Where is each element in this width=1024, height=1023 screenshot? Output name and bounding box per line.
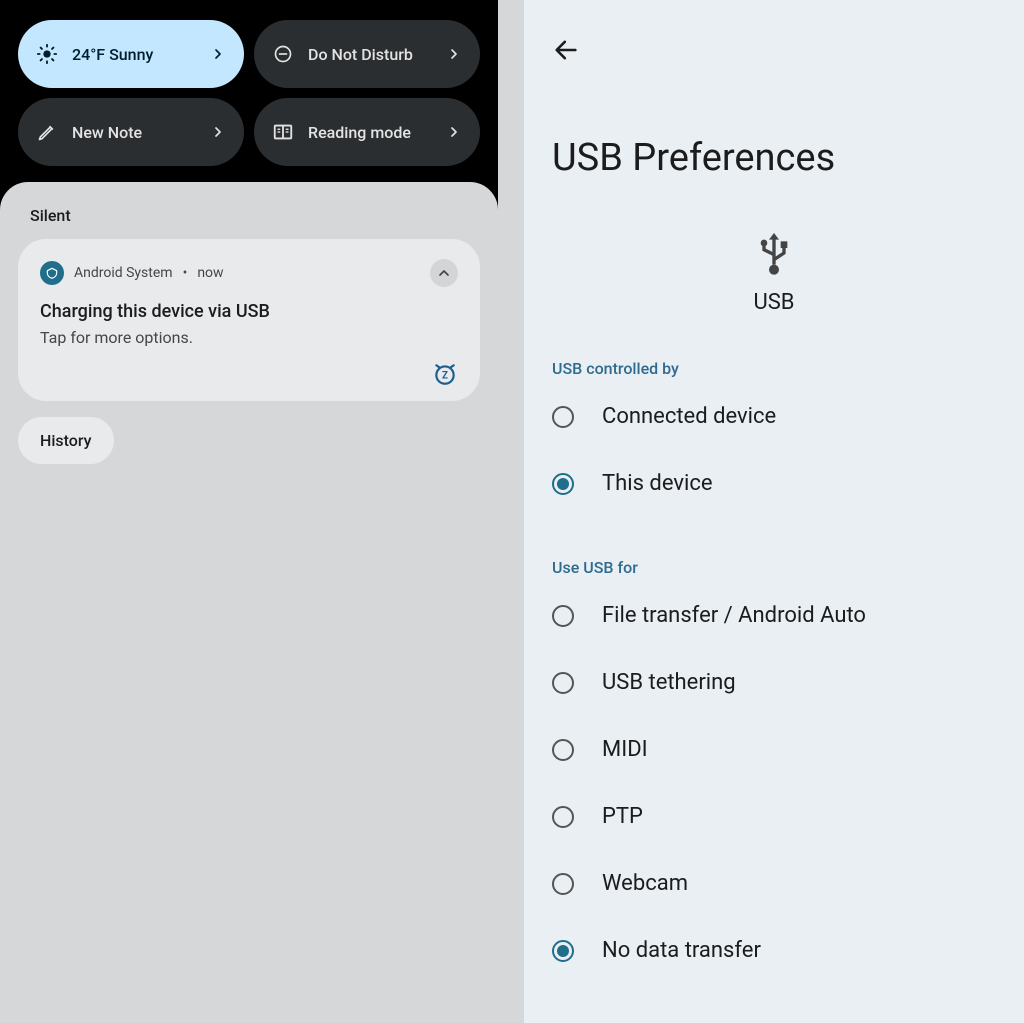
radio-usb-tethering[interactable]: USB tethering — [552, 670, 996, 695]
notification-shade: 24°F Sunny Do Not Disturb New Note Readi… — [0, 0, 498, 1023]
qs-tile-weather[interactable]: 24°F Sunny — [18, 20, 244, 88]
radio-label: File transfer / Android Auto — [602, 603, 866, 628]
radio-label: Connected device — [602, 404, 776, 429]
qs-tile-label: Reading mode — [308, 123, 432, 142]
radio-this-device[interactable]: This device — [552, 471, 996, 496]
radio-label: USB tethering — [602, 670, 736, 695]
radio-label: MIDI — [602, 737, 648, 762]
chevron-up-icon — [436, 265, 452, 281]
chevron-right-icon — [210, 124, 226, 140]
dnd-icon — [272, 43, 294, 65]
notification-app-name: Android System — [74, 265, 173, 281]
radio-midi[interactable]: MIDI — [552, 737, 996, 762]
radio-indicator — [552, 739, 574, 761]
usb-hero: USB — [552, 228, 996, 315]
radio-indicator — [552, 873, 574, 895]
usb-preferences-screen: USB Preferences USB USB controlled by Co… — [524, 0, 1024, 1023]
qs-tile-label: Do Not Disturb — [308, 45, 432, 64]
quick-settings-grid: 24°F Sunny Do Not Disturb New Note Readi… — [0, 0, 498, 182]
radio-label: This device — [602, 471, 713, 496]
notification-actions: Z — [40, 361, 458, 387]
history-button[interactable]: History — [18, 417, 114, 464]
usb-icon — [754, 228, 794, 278]
chevron-right-icon — [446, 124, 462, 140]
radio-indicator — [552, 406, 574, 428]
radio-label: PTP — [602, 804, 643, 829]
arrow-left-icon — [552, 36, 580, 64]
snooze-icon[interactable]: Z — [432, 361, 458, 387]
radio-indicator — [552, 672, 574, 694]
notification-text: Tap for more options. — [40, 328, 458, 347]
qs-tile-new-note[interactable]: New Note — [18, 98, 244, 166]
notification-header: Android System • now — [40, 259, 458, 287]
notification-list: Silent Android System • now Charging thi… — [0, 182, 498, 1023]
radio-no-data-transfer[interactable]: No data transfer — [552, 938, 996, 963]
android-system-icon — [40, 261, 64, 285]
radio-label: No data transfer — [602, 938, 761, 963]
radio-indicator — [552, 806, 574, 828]
pencil-icon — [36, 121, 58, 143]
radio-indicator — [552, 605, 574, 627]
chevron-right-icon — [446, 46, 462, 62]
notification-time: now — [197, 265, 223, 281]
weather-icon — [36, 43, 58, 65]
notification-card-usb[interactable]: Android System • now Charging this devic… — [18, 239, 480, 401]
back-button[interactable] — [552, 36, 580, 64]
section-header-use-usb-for: Use USB for — [552, 558, 996, 577]
radio-connected-device[interactable]: Connected device — [552, 404, 996, 429]
section-silent-label: Silent — [30, 206, 480, 225]
radio-label: Webcam — [602, 871, 688, 896]
settings-pane-wrap: USB Preferences USB USB controlled by Co… — [498, 0, 1024, 1023]
qs-tile-label: New Note — [72, 123, 196, 142]
page-title: USB Preferences — [552, 136, 996, 180]
radio-webcam[interactable]: Webcam — [552, 871, 996, 896]
qs-tile-reading-mode[interactable]: Reading mode — [254, 98, 480, 166]
usb-hero-label: USB — [753, 290, 794, 315]
radio-file-transfer[interactable]: File transfer / Android Auto — [552, 603, 996, 628]
section-header-controlled-by: USB controlled by — [552, 359, 996, 378]
radio-indicator — [552, 473, 574, 495]
radio-indicator — [552, 940, 574, 962]
svg-text:Z: Z — [442, 370, 448, 381]
separator-dot: • — [183, 265, 188, 281]
qs-tile-label: 24°F Sunny — [72, 45, 196, 64]
qs-tile-dnd[interactable]: Do Not Disturb — [254, 20, 480, 88]
chevron-right-icon — [210, 46, 226, 62]
collapse-button[interactable] — [430, 259, 458, 287]
radio-ptp[interactable]: PTP — [552, 804, 996, 829]
notification-title: Charging this device via USB — [40, 301, 458, 322]
reading-mode-icon — [272, 121, 294, 143]
history-button-label: History — [40, 431, 92, 450]
